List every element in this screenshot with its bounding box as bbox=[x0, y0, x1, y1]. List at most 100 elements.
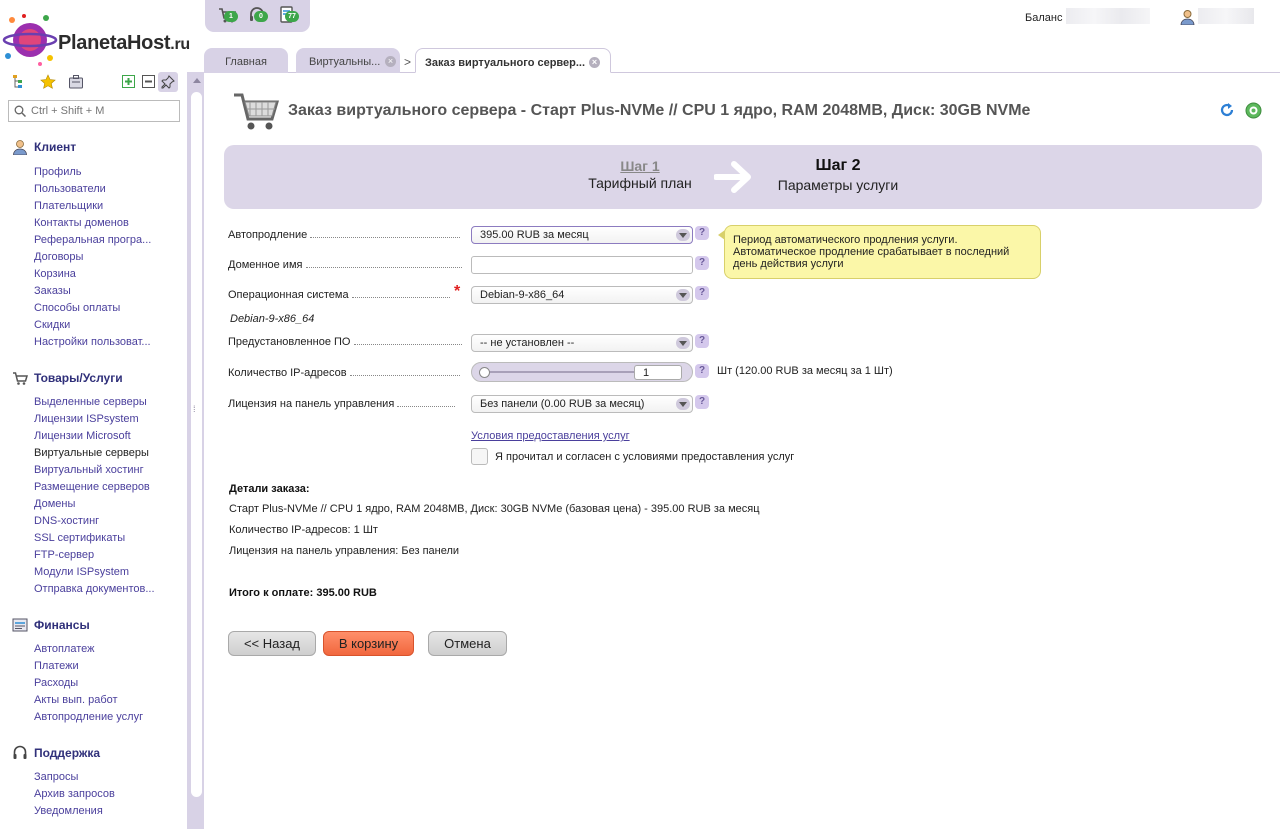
sidebar-item-payers[interactable]: Плательщики bbox=[34, 200, 103, 212]
step-2-title: Шаг 2 bbox=[815, 157, 861, 174]
cancel-button[interactable]: Отмена bbox=[428, 631, 507, 656]
sidebar-item-requests-archive[interactable]: Архив запросов bbox=[34, 788, 115, 800]
sidebar-group-support[interactable]: Поддержка bbox=[34, 746, 100, 760]
domain-label: Доменное имя bbox=[228, 259, 463, 271]
sidebar-group-client[interactable]: Клиент bbox=[34, 140, 76, 154]
wizard-steps: Шаг 1 Тарифный план Шаг 2 Параметры услу… bbox=[224, 145, 1262, 209]
sidebar-item-isp-modules[interactable]: Модули ISPsystem bbox=[34, 566, 129, 578]
pin-button[interactable] bbox=[158, 72, 178, 92]
collapse-all-icon[interactable] bbox=[141, 74, 157, 90]
ip-count-slider[interactable]: 1 bbox=[471, 362, 693, 382]
sidebar-item-requests[interactable]: Запросы bbox=[34, 771, 78, 783]
sidebar-item-domain-contacts[interactable]: Контакты доменов bbox=[34, 217, 129, 229]
shopping-cart-icon bbox=[234, 93, 280, 130]
sidebar-item-payments[interactable]: Платежи bbox=[34, 660, 79, 672]
terms-link[interactable]: Условия предоставления услуг bbox=[471, 430, 630, 442]
sidebar-item-vps[interactable]: Виртуальные серверы bbox=[34, 447, 149, 459]
tooltip-line: Автоматическое продление срабатывает в п… bbox=[733, 246, 1010, 258]
tree-icon[interactable] bbox=[12, 74, 28, 90]
ip-price-note: Шт (120.00 RUB за месяц за 1 Шт) bbox=[717, 365, 893, 377]
step-1-link[interactable]: Шаг 1 bbox=[620, 158, 660, 174]
add-to-cart-button[interactable]: В корзину bbox=[323, 631, 414, 656]
sidebar-item-ssl[interactable]: SSL сертификаты bbox=[34, 532, 125, 544]
help-icon[interactable]: ? bbox=[695, 286, 709, 300]
help-icon[interactable]: ? bbox=[695, 226, 709, 240]
autorenew-select[interactable]: 395.00 RUB за месяц bbox=[471, 226, 693, 244]
os-label: Операционная система bbox=[228, 289, 463, 301]
preinstalled-label: Предустановленное ПО bbox=[228, 336, 463, 348]
os-select[interactable]: Debian-9-x86_64 bbox=[471, 286, 693, 304]
sidebar-item-notifications[interactable]: Уведомления bbox=[34, 805, 103, 817]
sidebar-item-dedicated[interactable]: Выделенные серверы bbox=[34, 396, 147, 408]
slider-track[interactable] bbox=[484, 371, 634, 373]
back-button[interactable]: << Назад bbox=[228, 631, 316, 656]
refresh-icon[interactable] bbox=[1219, 102, 1235, 118]
pin-icon bbox=[161, 75, 175, 89]
search-input[interactable] bbox=[31, 104, 176, 118]
close-icon[interactable]: × bbox=[589, 57, 600, 68]
help-icon[interactable]: ? bbox=[695, 256, 709, 270]
sidebar-item-user-settings[interactable]: Настройки пользоват... bbox=[34, 336, 151, 348]
sidebar-item-payment-methods[interactable]: Способы оплаты bbox=[34, 302, 120, 314]
sidebar-item-send-docs[interactable]: Отправка документов... bbox=[34, 583, 155, 595]
sidebar-item-contracts[interactable]: Договоры bbox=[34, 251, 83, 263]
help-icon[interactable]: ? bbox=[695, 395, 709, 409]
sidebar-item-cart[interactable]: Корзина bbox=[34, 268, 76, 280]
license-select[interactable]: Без панели (0.00 RUB за месяц) bbox=[471, 395, 693, 413]
chevron-right-icon[interactable]: > bbox=[404, 55, 411, 69]
sidebar-group-finance[interactable]: Финансы bbox=[34, 618, 90, 632]
help-icon[interactable]: ? bbox=[695, 334, 709, 348]
splitter-grip-icon[interactable]: ⁞ bbox=[193, 404, 196, 414]
slider-handle[interactable] bbox=[479, 367, 490, 378]
sidebar-item-discounts[interactable]: Скидки bbox=[34, 319, 70, 331]
chevron-down-icon bbox=[676, 337, 690, 349]
sidebar-item-colocation[interactable]: Размещение серверов bbox=[34, 481, 150, 493]
chevron-down-icon bbox=[676, 398, 690, 410]
terms-checkbox-label[interactable]: Я прочитал и согласен с условиями предос… bbox=[495, 451, 794, 463]
tab-order-server[interactable]: Заказ виртуального сервер... × bbox=[415, 48, 611, 73]
help-icon[interactable] bbox=[1245, 102, 1262, 119]
sidebar-item-ftp[interactable]: FTP-сервер bbox=[34, 549, 94, 561]
quick-toolbar: 1 0 77 bbox=[205, 0, 310, 32]
sidebar-item-orders[interactable]: Заказы bbox=[34, 285, 71, 297]
headset-icon bbox=[13, 745, 27, 759]
sidebar-item-ms-licenses[interactable]: Лицензии Microsoft bbox=[34, 430, 131, 442]
expand-all-icon[interactable] bbox=[121, 74, 137, 90]
sidebar-item-domains[interactable]: Домены bbox=[34, 498, 75, 510]
sidebar-item-profile[interactable]: Профиль bbox=[34, 166, 82, 178]
briefcase-icon[interactable] bbox=[68, 74, 84, 90]
preinstalled-select[interactable]: -- не установлен -- bbox=[471, 334, 693, 352]
sidebar-item-dns[interactable]: DNS-хостинг bbox=[34, 515, 99, 527]
tab-home[interactable]: Главная bbox=[204, 48, 288, 73]
sidebar-item-expenses[interactable]: Расходы bbox=[34, 677, 78, 689]
logo-text: PlanetaHost.ru bbox=[58, 32, 190, 54]
close-icon[interactable]: × bbox=[385, 56, 396, 67]
sidebar-item-acts[interactable]: Акты вып. работ bbox=[34, 694, 118, 706]
ip-count-input[interactable]: 1 bbox=[634, 365, 682, 380]
sidebar-scrollbar[interactable] bbox=[189, 72, 203, 829]
sidebar-item-referral[interactable]: Реферальная програ... bbox=[34, 234, 151, 246]
tab-virtual-servers[interactable]: Виртуальны... × bbox=[296, 48, 400, 73]
sidebar-search[interactable] bbox=[8, 100, 180, 122]
sidebar-item-hosting[interactable]: Виртуальный хостинг bbox=[34, 464, 144, 476]
support-badge: 0 bbox=[254, 11, 268, 22]
scrollbar-thumb[interactable] bbox=[191, 92, 202, 797]
scroll-up-icon[interactable] bbox=[193, 78, 201, 83]
step-2-label: Параметры услуги bbox=[777, 177, 899, 193]
chevron-down-icon bbox=[676, 229, 690, 241]
logo[interactable]: PlanetaHost.ru bbox=[0, 14, 200, 66]
autorenew-tooltip: Период автоматического продления услуги.… bbox=[718, 225, 1041, 279]
tooltip-line: день действия услуги bbox=[733, 258, 844, 270]
username-redacted[interactable] bbox=[1198, 8, 1254, 24]
domain-input[interactable] bbox=[471, 256, 693, 274]
sidebar-item-isp-licenses[interactable]: Лицензии ISPsystem bbox=[34, 413, 139, 425]
sidebar-item-autorenew[interactable]: Автопродление услуг bbox=[34, 711, 143, 723]
page-title: Заказ виртуального сервера - Старт Plus-… bbox=[288, 102, 1031, 119]
star-icon[interactable] bbox=[40, 74, 56, 90]
sidebar-group-products[interactable]: Товары/Услуги bbox=[34, 371, 123, 385]
sidebar-item-users[interactable]: Пользователи bbox=[34, 183, 106, 195]
sidebar-item-autopay[interactable]: Автоплатеж bbox=[34, 643, 95, 655]
help-icon[interactable]: ? bbox=[695, 364, 709, 378]
user-icon[interactable] bbox=[1180, 9, 1195, 25]
terms-checkbox[interactable] bbox=[471, 448, 488, 465]
